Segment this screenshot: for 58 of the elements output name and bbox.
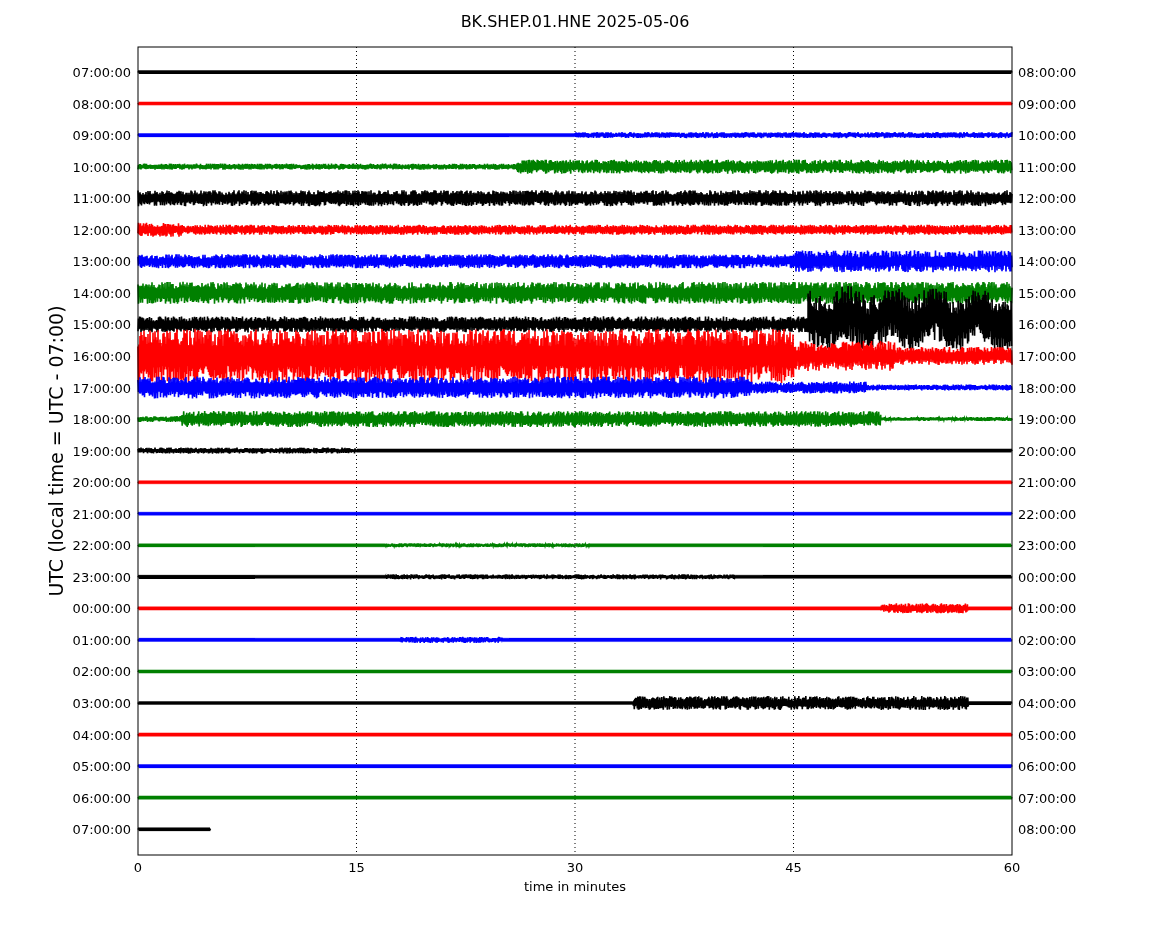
time-label: 01:00:00	[72, 632, 131, 648]
time-label: 05:00:00	[72, 759, 131, 775]
time-label: 17:00:00	[1018, 348, 1077, 364]
time-label: 01:00:00	[1018, 601, 1077, 617]
time-label: 06:00:00	[72, 790, 131, 806]
plot-title: BK.SHEP.01.HNE 2025-05-06	[460, 12, 690, 31]
time-label: 23:00:00	[72, 569, 131, 585]
time-label: 06:00:00	[1018, 759, 1077, 775]
x-tick-label: 0	[133, 860, 143, 875]
time-label: 07:00:00	[72, 822, 131, 838]
x-tick-label: 30	[566, 860, 584, 875]
time-label: 08:00:00	[72, 96, 131, 112]
time-label: 02:00:00	[1018, 632, 1077, 648]
time-label: 21:00:00	[1018, 475, 1077, 491]
time-label: 21:00:00	[72, 506, 131, 522]
time-label: 07:00:00	[1018, 790, 1077, 806]
time-label: 14:00:00	[72, 285, 131, 301]
time-label: 08:00:00	[1018, 822, 1077, 838]
time-label: 00:00:00	[72, 601, 131, 617]
time-label: 15:00:00	[1018, 285, 1077, 301]
time-label: 09:00:00	[72, 128, 131, 144]
time-label: 09:00:00	[1018, 96, 1077, 112]
time-label: 14:00:00	[1018, 254, 1077, 270]
time-label: 02:00:00	[72, 664, 131, 680]
x-tick-label: 60	[1003, 860, 1021, 875]
y-axis-label: UTC (local time = UTC - 07:00)	[45, 305, 67, 597]
time-label: 07:00:00	[72, 65, 131, 80]
x-axis-label: time in minutes	[523, 879, 627, 894]
time-label: 16:00:00	[1018, 317, 1077, 333]
time-label: 04:00:00	[72, 727, 131, 743]
time-label: 13:00:00	[1018, 222, 1077, 238]
x-tick-label: 45	[785, 860, 802, 875]
time-label: 19:00:00	[1018, 412, 1077, 428]
time-label: 15:00:00	[72, 317, 131, 333]
time-label: 19:00:00	[72, 443, 131, 459]
time-label: 10:00:00	[1018, 128, 1077, 144]
time-label: 10:00:00	[72, 159, 131, 175]
time-label: 18:00:00	[1018, 380, 1077, 396]
time-label: 04:00:00	[1018, 696, 1077, 711]
time-label: 23:00:00	[1018, 538, 1077, 554]
time-label: 20:00:00	[1018, 443, 1077, 459]
time-label: 16:00:00	[72, 348, 131, 364]
time-label: 00:00:00	[1018, 569, 1077, 585]
time-label: 03:00:00	[1018, 664, 1077, 680]
time-label: 11:00:00	[1018, 159, 1077, 175]
time-label: 11:00:00	[72, 191, 131, 207]
time-label: 18:00:00	[72, 412, 131, 428]
time-label: 13:00:00	[72, 254, 131, 270]
time-label: 12:00:00	[72, 222, 131, 238]
time-label: 12:00:00	[1018, 191, 1077, 207]
time-label: 08:00:00	[1018, 65, 1077, 80]
time-label: 22:00:00	[72, 538, 131, 554]
time-label: 05:00:00	[1018, 727, 1077, 743]
time-label: 22:00:00	[1018, 506, 1077, 522]
x-tick-label: 15	[348, 860, 365, 875]
time-label: 20:00:00	[72, 475, 131, 491]
time-label: 17:00:00	[72, 380, 131, 396]
time-label: 03:00:00	[72, 696, 131, 711]
